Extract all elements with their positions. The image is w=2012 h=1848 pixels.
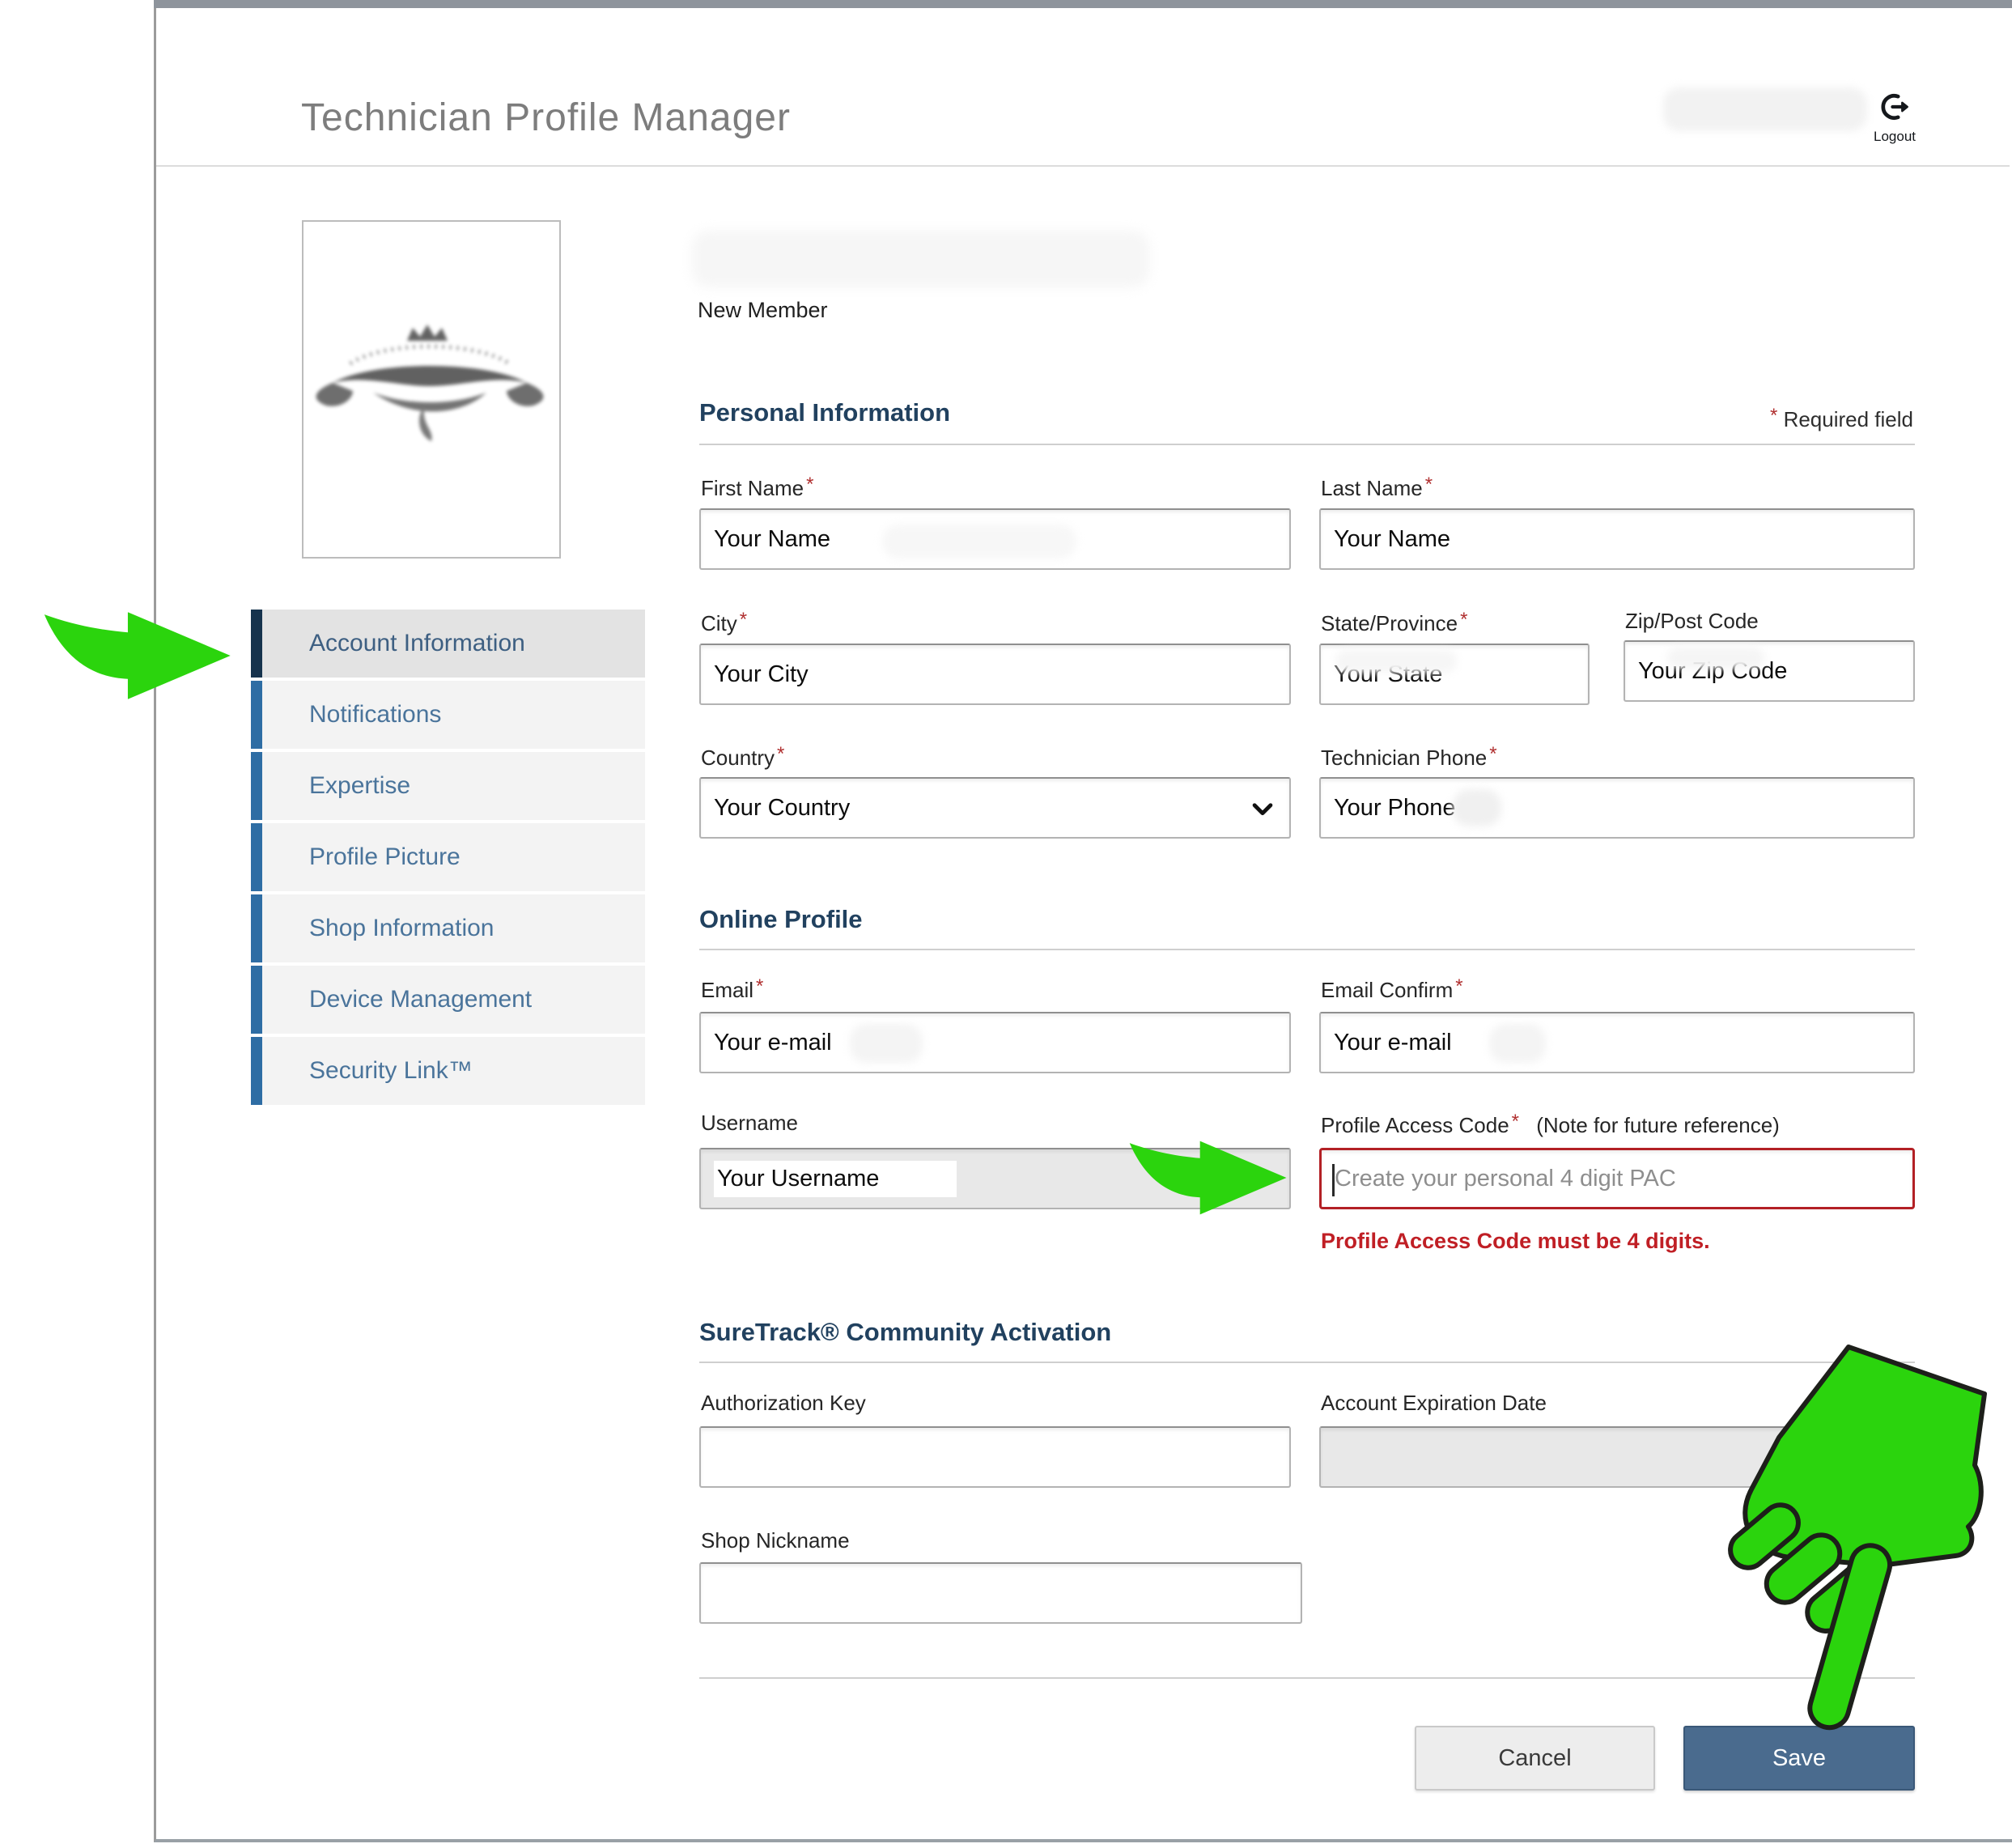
sidebar-item-security-link[interactable]: Security Link™: [251, 1037, 645, 1105]
required-asterisk: *: [775, 743, 784, 765]
cancel-button[interactable]: Cancel: [1415, 1726, 1655, 1791]
logout-label: Logout: [1850, 129, 1939, 145]
logout-button[interactable]: Logout: [1850, 91, 1939, 145]
sidebar-accent-bar: [251, 681, 262, 749]
header-divider: [156, 165, 2010, 167]
profile-logo: [303, 222, 556, 554]
expiration-date-input: [1319, 1426, 1915, 1488]
last-name-label: Last Name*: [1321, 474, 1433, 501]
required-asterisk: *: [1487, 743, 1496, 765]
section-divider: [699, 949, 1915, 950]
state-label: State/Province*: [1321, 609, 1467, 636]
pac-label: Profile Access Code* (Note for future re…: [1321, 1111, 1780, 1138]
sidebar-item-label: Security Link™: [309, 1057, 473, 1085]
online-profile-heading: Online Profile: [699, 905, 863, 934]
shop-nickname-label: Shop Nickname: [701, 1528, 850, 1553]
sidebar-item-label: Expertise: [309, 772, 410, 800]
last-name-input[interactable]: [1319, 508, 1915, 570]
first-name-label: First Name*: [701, 474, 813, 501]
member-status: New Member: [698, 298, 828, 323]
required-field-note: * Required field: [1768, 405, 1913, 432]
phone-input[interactable]: [1319, 777, 1915, 839]
country-label: Country*: [701, 743, 784, 771]
pac-input[interactable]: [1319, 1148, 1915, 1209]
section-divider: [699, 444, 1915, 445]
sidebar-item-account-information[interactable]: Account Information: [251, 610, 645, 678]
save-button[interactable]: Save: [1683, 1726, 1915, 1791]
page-title: Technician Profile Manager: [301, 96, 791, 140]
required-asterisk: *: [1423, 474, 1433, 495]
email-label: Email*: [701, 975, 763, 1003]
required-asterisk: *: [1458, 609, 1467, 631]
email-input[interactable]: [699, 1012, 1291, 1073]
text-cursor: [1332, 1164, 1335, 1196]
sidebar-accent-bar: [251, 752, 262, 820]
country-select[interactable]: Your Country: [699, 777, 1291, 839]
city-input[interactable]: [699, 644, 1291, 705]
required-asterisk: *: [804, 474, 813, 495]
state-input[interactable]: [1319, 644, 1590, 705]
zip-input[interactable]: [1624, 640, 1915, 702]
footer-divider: [699, 1677, 1915, 1679]
pac-note: (Note for future reference): [1525, 1113, 1780, 1137]
sidebar-accent-bar: [251, 610, 262, 678]
first-name-input[interactable]: [699, 508, 1291, 570]
sidebar-accent-bar: [251, 966, 262, 1034]
phone-label: Technician Phone*: [1321, 743, 1497, 771]
authorization-key-input[interactable]: [699, 1426, 1291, 1488]
profile-picture-box: [302, 220, 561, 559]
sidebar-item-notifications[interactable]: Notifications: [251, 681, 645, 749]
sidebar-item-expertise[interactable]: Expertise: [251, 752, 645, 820]
chevron-down-icon: [1249, 795, 1276, 829]
city-label: City*: [701, 609, 747, 636]
personal-information-heading: Personal Information: [699, 398, 950, 427]
username-input: Your Username: [699, 1148, 1291, 1209]
required-asterisk: *: [1453, 975, 1462, 997]
expiration-date-label: Account Expiration Date: [1321, 1391, 1547, 1416]
username-label: Username: [701, 1111, 798, 1136]
logout-icon: [1878, 113, 1911, 126]
sidebar-item-label: Profile Picture: [309, 843, 461, 871]
required-asterisk: *: [1509, 1111, 1519, 1132]
sidebar-item-device-management[interactable]: Device Management: [251, 966, 645, 1034]
sidebar-item-label: Account Information: [309, 630, 525, 657]
sidebar-accent-bar: [251, 894, 262, 962]
authorization-key-label: Authorization Key: [701, 1391, 866, 1416]
sidebar-item-label: Shop Information: [309, 915, 494, 942]
section-divider: [699, 1362, 1915, 1363]
sidebar-item-label: Notifications: [309, 701, 441, 729]
required-asterisk: *: [1768, 405, 1777, 427]
sidebar-accent-bar: [251, 823, 262, 891]
email-confirm-input[interactable]: [1319, 1012, 1915, 1073]
sidebar-item-label: Device Management: [309, 986, 532, 1013]
sidebar-item-shop-information[interactable]: Shop Information: [251, 894, 645, 962]
required-asterisk: *: [737, 609, 747, 631]
technician-profile-manager-window: Technician Profile Manager Logout: [0, 0, 2012, 1848]
shop-nickname-input[interactable]: [699, 1562, 1302, 1624]
required-asterisk: *: [753, 975, 763, 997]
zip-label: Zip/Post Code: [1625, 609, 1759, 634]
pac-error-message: Profile Access Code must be 4 digits.: [1321, 1229, 1710, 1254]
email-confirm-label: Email Confirm*: [1321, 975, 1463, 1003]
suretrack-heading: SureTrack® Community Activation: [699, 1318, 1111, 1347]
sidebar-item-profile-picture[interactable]: Profile Picture: [251, 823, 645, 891]
sidebar-accent-bar: [251, 1037, 262, 1105]
